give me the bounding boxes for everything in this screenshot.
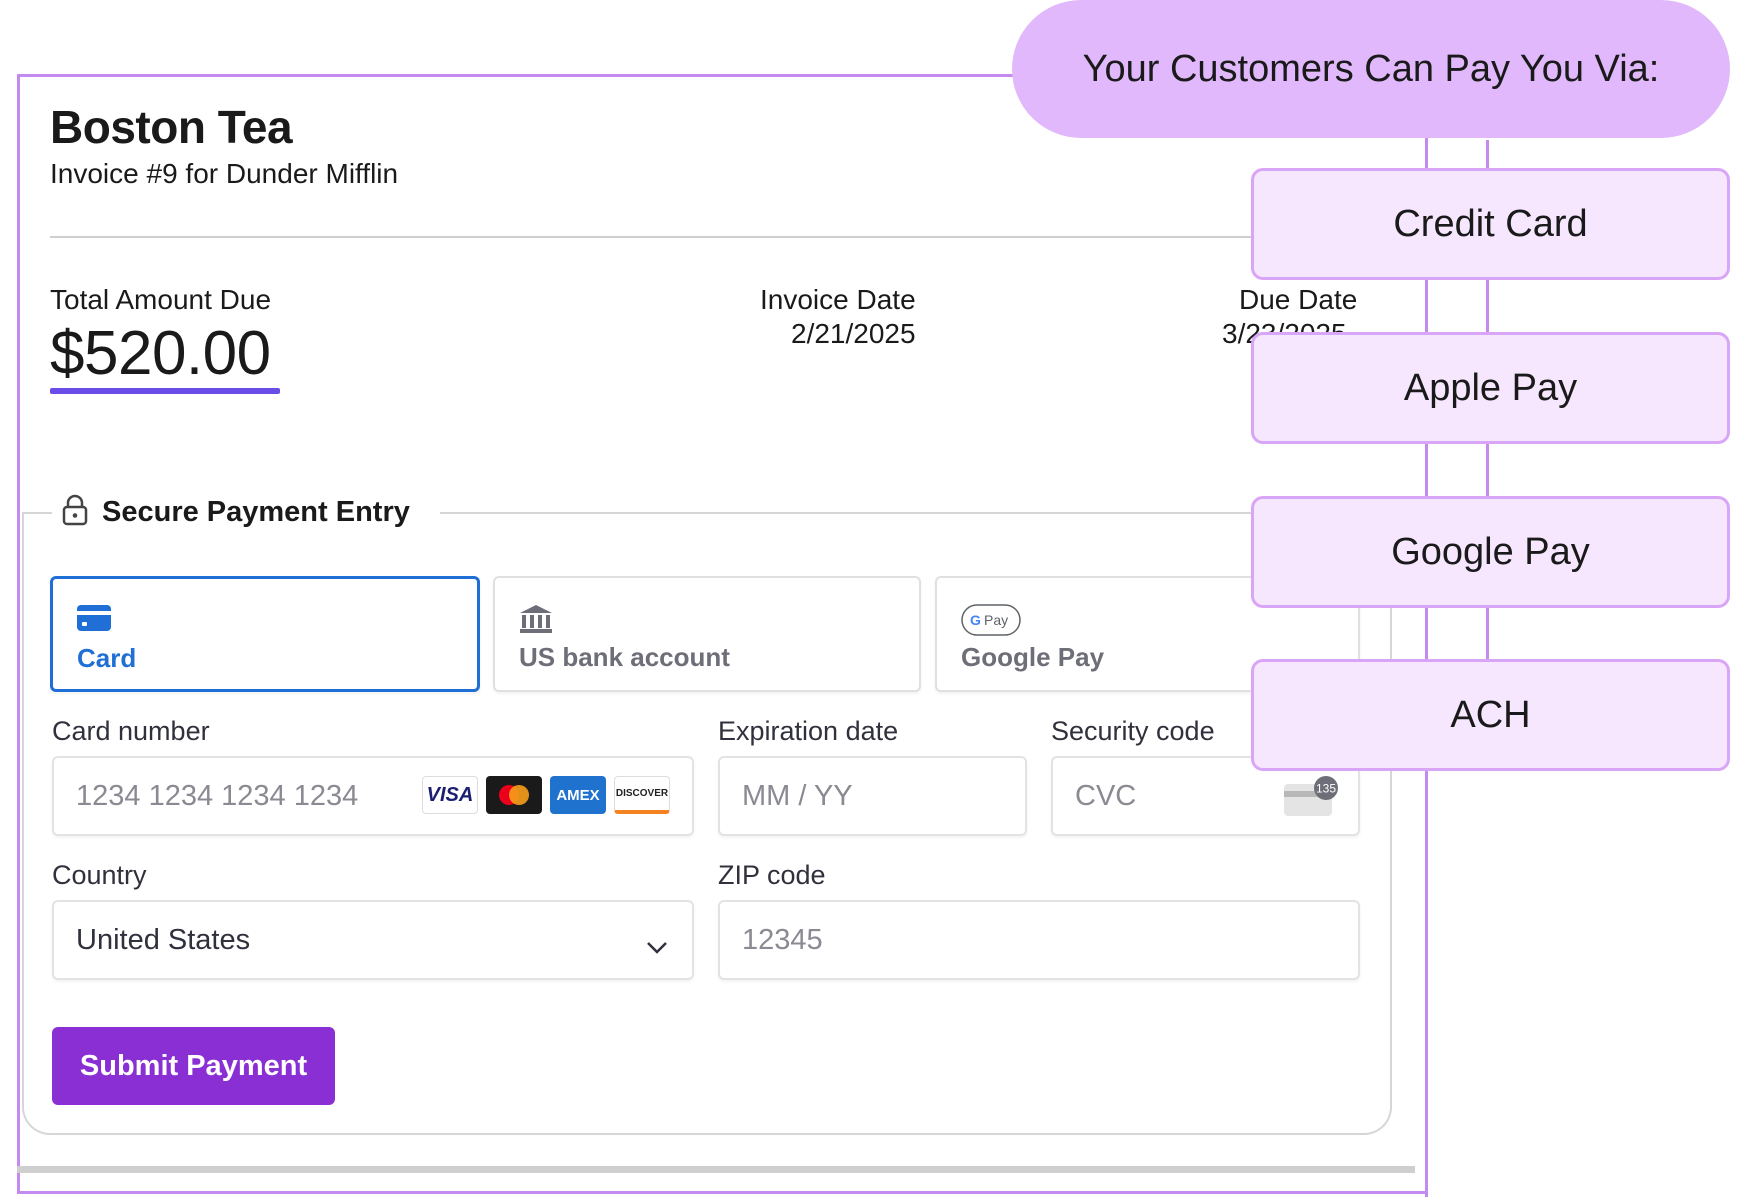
callout-header: Your Customers Can Pay You Via: [1012, 0, 1730, 138]
svg-text:G: G [970, 612, 981, 628]
expiration-placeholder: MM / YY [742, 779, 853, 812]
country-select[interactable]: United States [52, 900, 694, 980]
tab-google-pay-label: Google Pay [961, 642, 1105, 672]
discover-icon: DISCOVER [614, 776, 670, 814]
country-value: United States [76, 923, 251, 956]
invoice-date-value: 2/21/2025 [791, 318, 916, 349]
mastercard-icon [486, 776, 542, 814]
security-code-placeholder: CVC [1075, 779, 1137, 812]
option-credit-card: Credit Card [1251, 168, 1730, 280]
country-label: Country [52, 860, 147, 890]
bank-icon [519, 604, 553, 639]
invoice-subtitle: Invoice #9 for Dunder Mifflin [50, 158, 399, 189]
card-number-placeholder: 1234 1234 1234 1234 [76, 779, 359, 812]
cvc-card-icon: 135 [1282, 776, 1340, 828]
total-amount-label: Total Amount Due [50, 284, 272, 315]
cvc-badge: 135 [1316, 782, 1336, 796]
visa-icon: VISA [422, 776, 478, 814]
option-google-pay: Google Pay [1251, 496, 1730, 608]
card-number-label: Card number [52, 716, 210, 746]
expiration-date-input[interactable]: MM / YY [718, 756, 1027, 836]
card-number-input[interactable]: 1234 1234 1234 1234 VISA AMEX DISCOVER [52, 756, 694, 836]
store-name: Boston Tea [50, 101, 293, 153]
payment-section-title: Secure Payment Entry [102, 496, 410, 528]
tab-us-bank-account[interactable]: US bank account [493, 576, 921, 692]
payment-section-legend: Secure Payment Entry [62, 494, 410, 531]
tab-us-bank-account-label: US bank account [519, 642, 730, 672]
chevron-down-icon [646, 930, 668, 963]
card-icon [77, 605, 111, 636]
due-date-label: Due Date [1239, 284, 1358, 315]
zip-code-input[interactable]: 12345 [718, 900, 1360, 980]
fieldset-border [440, 512, 1392, 514]
scroll-track [17, 1166, 1415, 1173]
option-apple-pay: Apple Pay [1251, 332, 1730, 444]
tab-card-label: Card [77, 643, 137, 673]
zip-code-label: ZIP code [718, 860, 826, 890]
amex-icon: AMEX [550, 776, 606, 814]
lock-icon [62, 494, 88, 531]
card-brands: VISA AMEX DISCOVER [422, 776, 670, 814]
expiration-date-label: Expiration date [718, 716, 899, 746]
total-amount-value: $520.00 [50, 319, 271, 388]
google-pay-icon: G Pay [961, 604, 1021, 641]
security-code-label: Security code [1051, 716, 1215, 746]
invoice-frame-edge [17, 1191, 1426, 1194]
invoice-date-label: Invoice Date [760, 284, 916, 315]
option-ach: ACH [1251, 659, 1730, 771]
submit-payment-button[interactable]: Submit Payment [52, 1027, 335, 1105]
fieldset-border [22, 512, 52, 514]
tab-card[interactable]: Card [50, 576, 480, 692]
zip-code-placeholder: 12345 [742, 923, 823, 956]
amount-underline [50, 388, 280, 394]
svg-text:Pay: Pay [984, 612, 1008, 628]
divider [50, 236, 1260, 238]
